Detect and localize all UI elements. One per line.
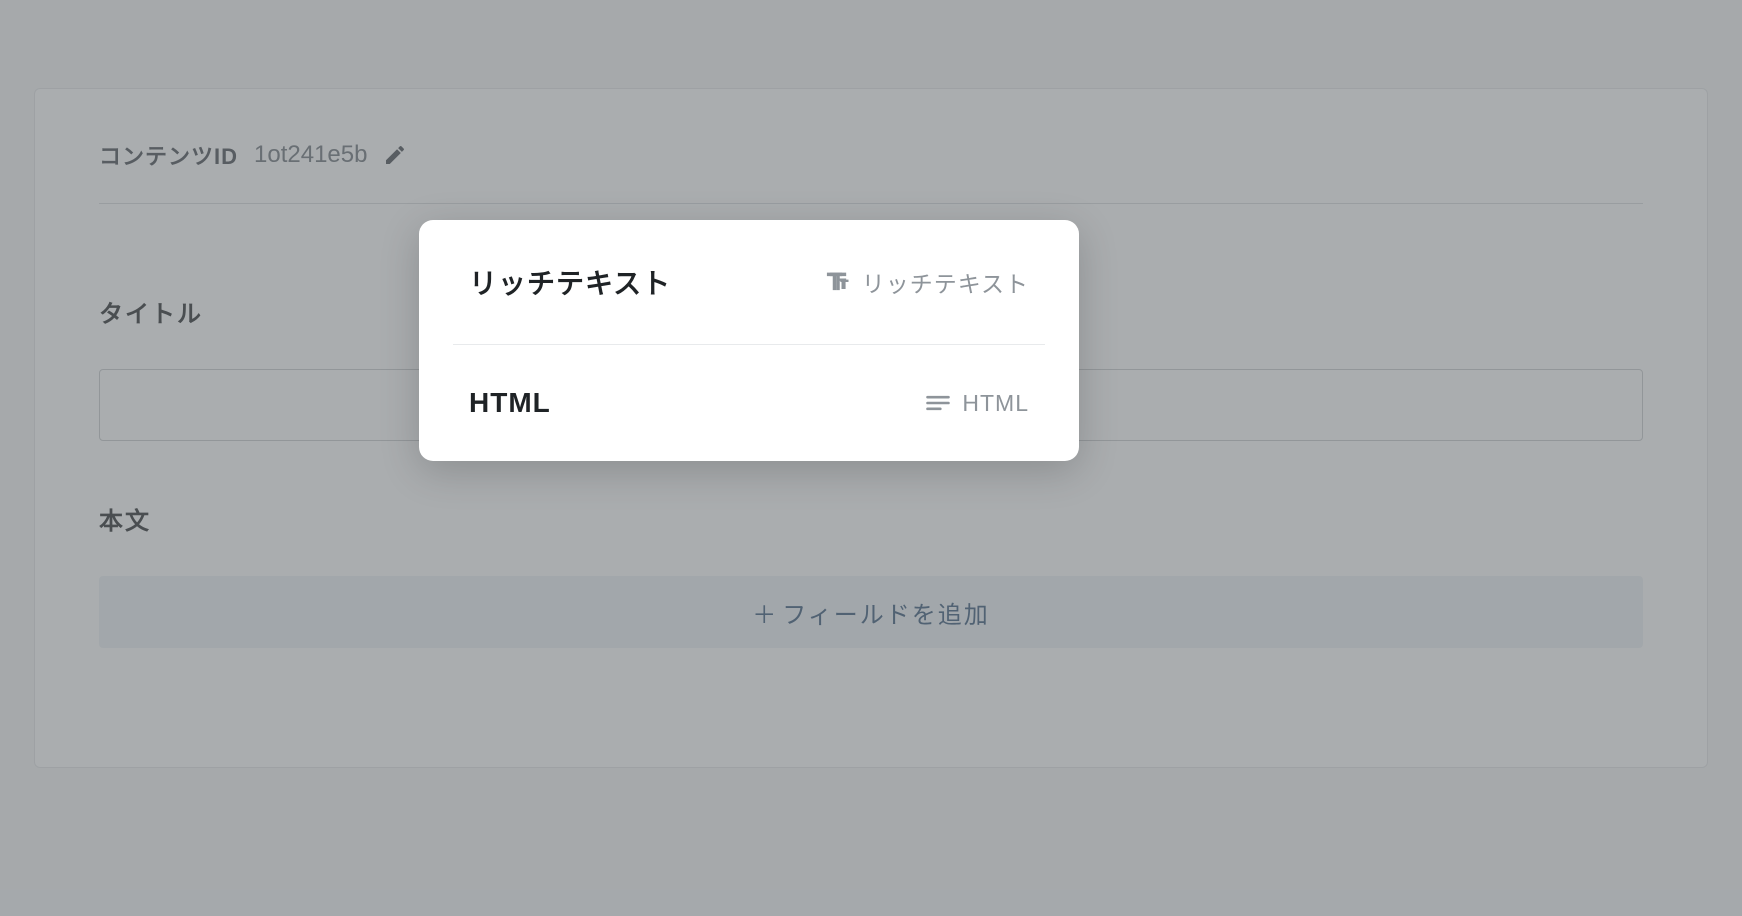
field-type-modal: リッチテキスト リッチテキスト HTML [419, 220, 1079, 461]
modal-option-html[interactable]: HTML HTML [419, 345, 1079, 461]
modal-option-richtext[interactable]: リッチテキスト リッチテキスト [419, 220, 1079, 344]
lines-icon [924, 389, 952, 417]
option-title-richtext: リッチテキスト [469, 262, 671, 302]
modal-overlay[interactable]: リッチテキスト リッチテキスト HTML [0, 0, 1742, 916]
text-format-icon [824, 268, 852, 296]
option-title-html: HTML [469, 387, 551, 419]
option-type-label-html: HTML [962, 390, 1029, 417]
option-type-richtext: リッチテキスト [824, 265, 1029, 299]
option-type-html: HTML [924, 389, 1029, 417]
option-type-label-richtext: リッチテキスト [862, 265, 1029, 299]
